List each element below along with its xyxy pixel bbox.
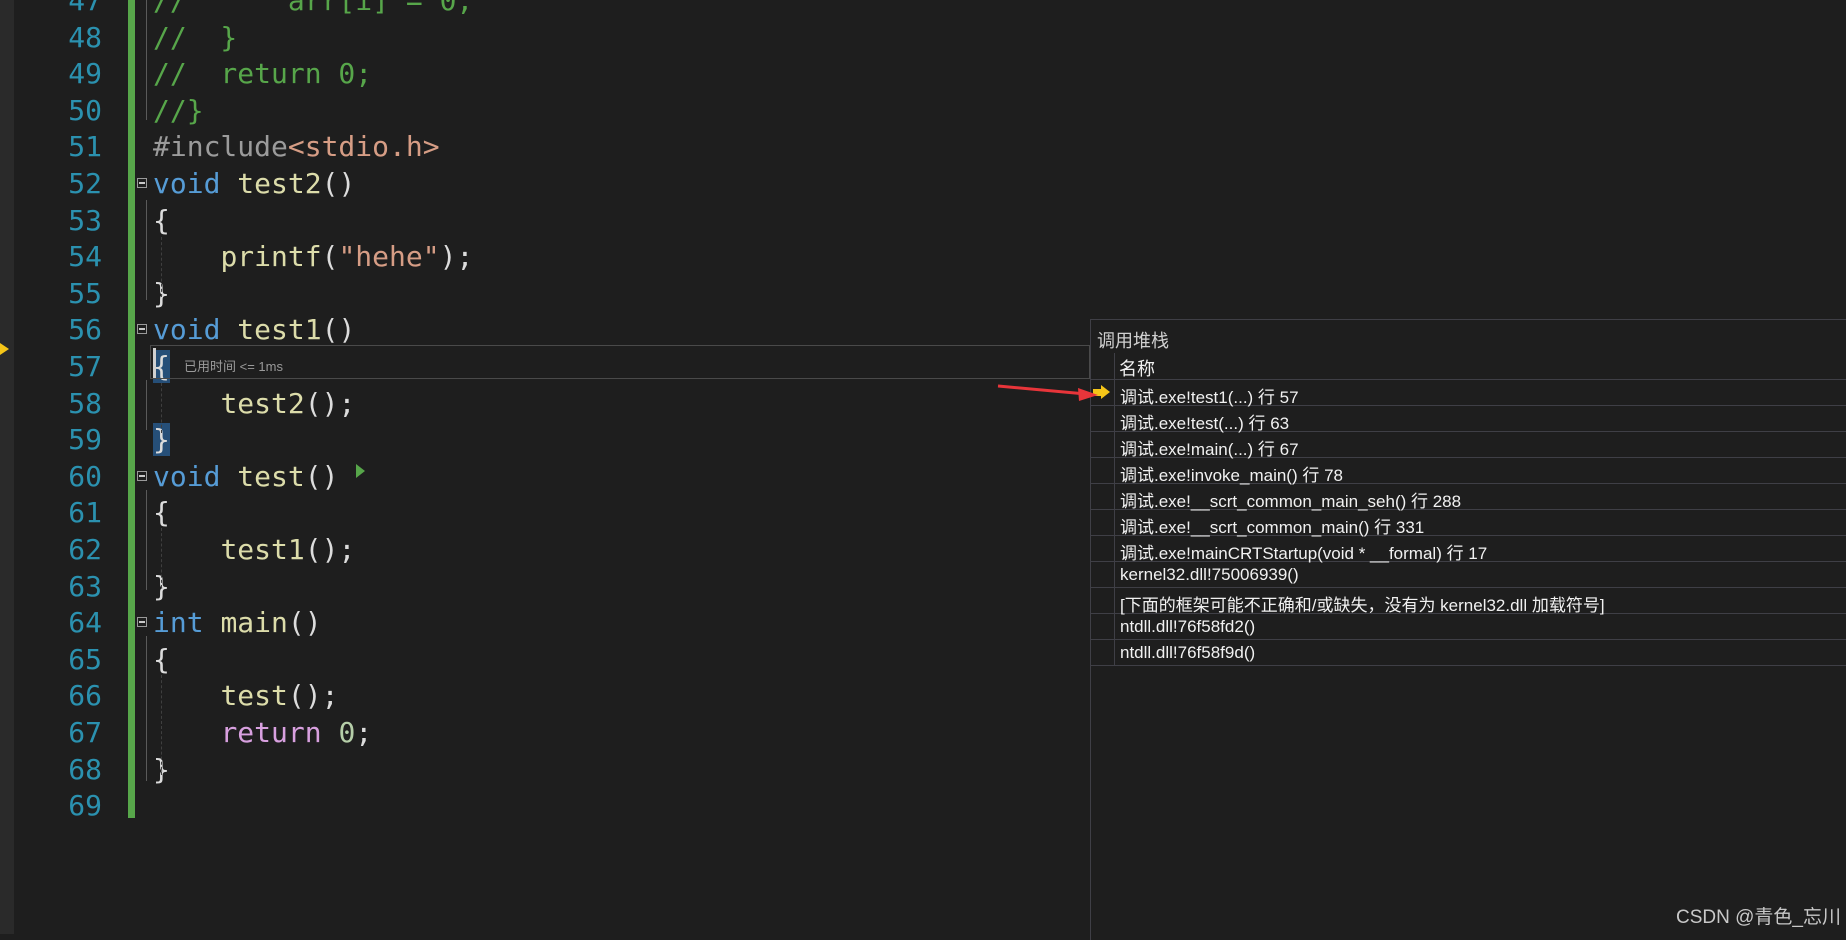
annotation-arrow bbox=[997, 384, 1098, 401]
annotation-arrow-shaft bbox=[997, 384, 1087, 396]
annotation-arrow-head bbox=[1078, 388, 1098, 401]
watermark: CSDN @青色_忘川 bbox=[1676, 907, 1841, 928]
